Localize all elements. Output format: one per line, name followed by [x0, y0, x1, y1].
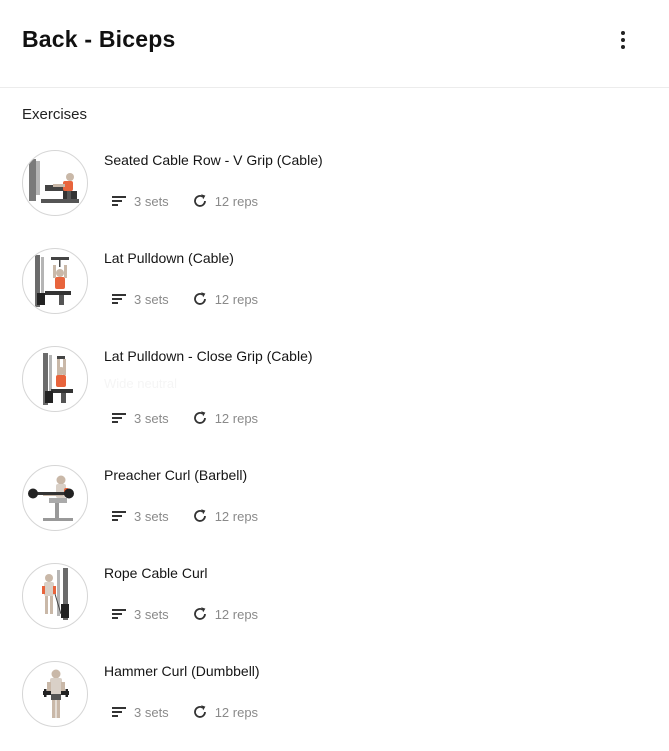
- exercise-name: Preacher Curl (Barbell): [104, 467, 248, 483]
- exercise-meta: 3 sets 12 reps: [110, 604, 258, 624]
- exercise-meta: 3 sets 12 reps: [110, 289, 258, 309]
- refresh-icon: [191, 703, 209, 721]
- exercise-meta: 3 sets 12 reps: [110, 506, 258, 526]
- page-title: Back - Biceps: [22, 26, 176, 52]
- sets-text: 3 sets: [134, 508, 169, 524]
- sets-icon: [110, 703, 128, 721]
- hammer-curl-icon: [43, 669, 69, 718]
- exercise-item[interactable]: Lat Pulldown (Cable) 3 sets 12 reps: [0, 248, 669, 338]
- exercise-name: Seated Cable Row - V Grip (Cable): [104, 152, 323, 168]
- lat-pulldown-close-icon: [43, 353, 73, 405]
- reps-text: 12 reps: [214, 193, 259, 209]
- app-header: Back - Biceps: [0, 0, 669, 88]
- exercise-thumbnail: [22, 563, 88, 629]
- rope-cable-curl-icon: [42, 568, 69, 620]
- more-options-button[interactable]: [606, 24, 640, 56]
- exercise-item[interactable]: Seated Cable Row - V Grip (Cable) 3 sets…: [0, 150, 669, 240]
- exercise-thumbnail: [22, 248, 88, 314]
- preacher-curl-icon: [28, 475, 74, 521]
- reps-text: 12 reps: [214, 410, 259, 426]
- exercise-meta: 3 sets 12 reps: [110, 702, 258, 722]
- exercise-meta: 3 sets 12 reps: [110, 191, 258, 211]
- sets-text: 3 sets: [134, 291, 169, 307]
- sets-icon: [110, 192, 128, 210]
- refresh-icon: [191, 409, 209, 427]
- sets-text: 3 sets: [134, 410, 169, 426]
- exercise-meta: 3 sets 12 reps: [110, 408, 258, 428]
- exercise-name: Hammer Curl (Dumbbell): [104, 663, 260, 679]
- reps-text: 12 reps: [214, 606, 259, 622]
- exercise-name: Lat Pulldown - Close Grip (Cable): [104, 348, 313, 364]
- more-vert-icon: [621, 31, 625, 49]
- exercise-name: Lat Pulldown (Cable): [104, 250, 234, 266]
- sets-text: 3 sets: [134, 606, 169, 622]
- refresh-icon: [191, 605, 209, 623]
- exercise-item[interactable]: Hammer Curl (Dumbbell) 3 sets 12 reps: [0, 661, 669, 751]
- refresh-icon: [191, 290, 209, 308]
- reps-text: 12 reps: [214, 291, 259, 307]
- exercise-item[interactable]: Rope Cable Curl 3 sets 12 reps: [0, 563, 669, 653]
- exercise-item[interactable]: Preacher Curl (Barbell) 3 sets 12 reps: [0, 465, 669, 555]
- exercise-name: Rope Cable Curl: [104, 565, 208, 581]
- exercise-item[interactable]: Lat Pulldown - Close Grip (Cable) Wide n…: [0, 346, 669, 456]
- sets-icon: [110, 605, 128, 623]
- lat-pulldown-icon: [35, 255, 71, 307]
- sets-icon: [110, 507, 128, 525]
- refresh-icon: [191, 192, 209, 210]
- section-heading: Exercises: [22, 106, 88, 123]
- exercise-note: Wide neutral: [104, 376, 177, 391]
- exercise-thumbnail: [22, 346, 88, 412]
- seated-row-icon: [29, 159, 79, 203]
- exercise-thumbnail: [22, 150, 88, 216]
- reps-text: 12 reps: [214, 704, 259, 720]
- refresh-icon: [191, 507, 209, 525]
- exercise-thumbnail: [22, 661, 88, 727]
- sets-icon: [110, 290, 128, 308]
- sets-text: 3 sets: [134, 704, 169, 720]
- reps-text: 12 reps: [214, 508, 259, 524]
- exercise-thumbnail: [22, 465, 88, 531]
- sets-text: 3 sets: [134, 193, 169, 209]
- sets-icon: [110, 409, 128, 427]
